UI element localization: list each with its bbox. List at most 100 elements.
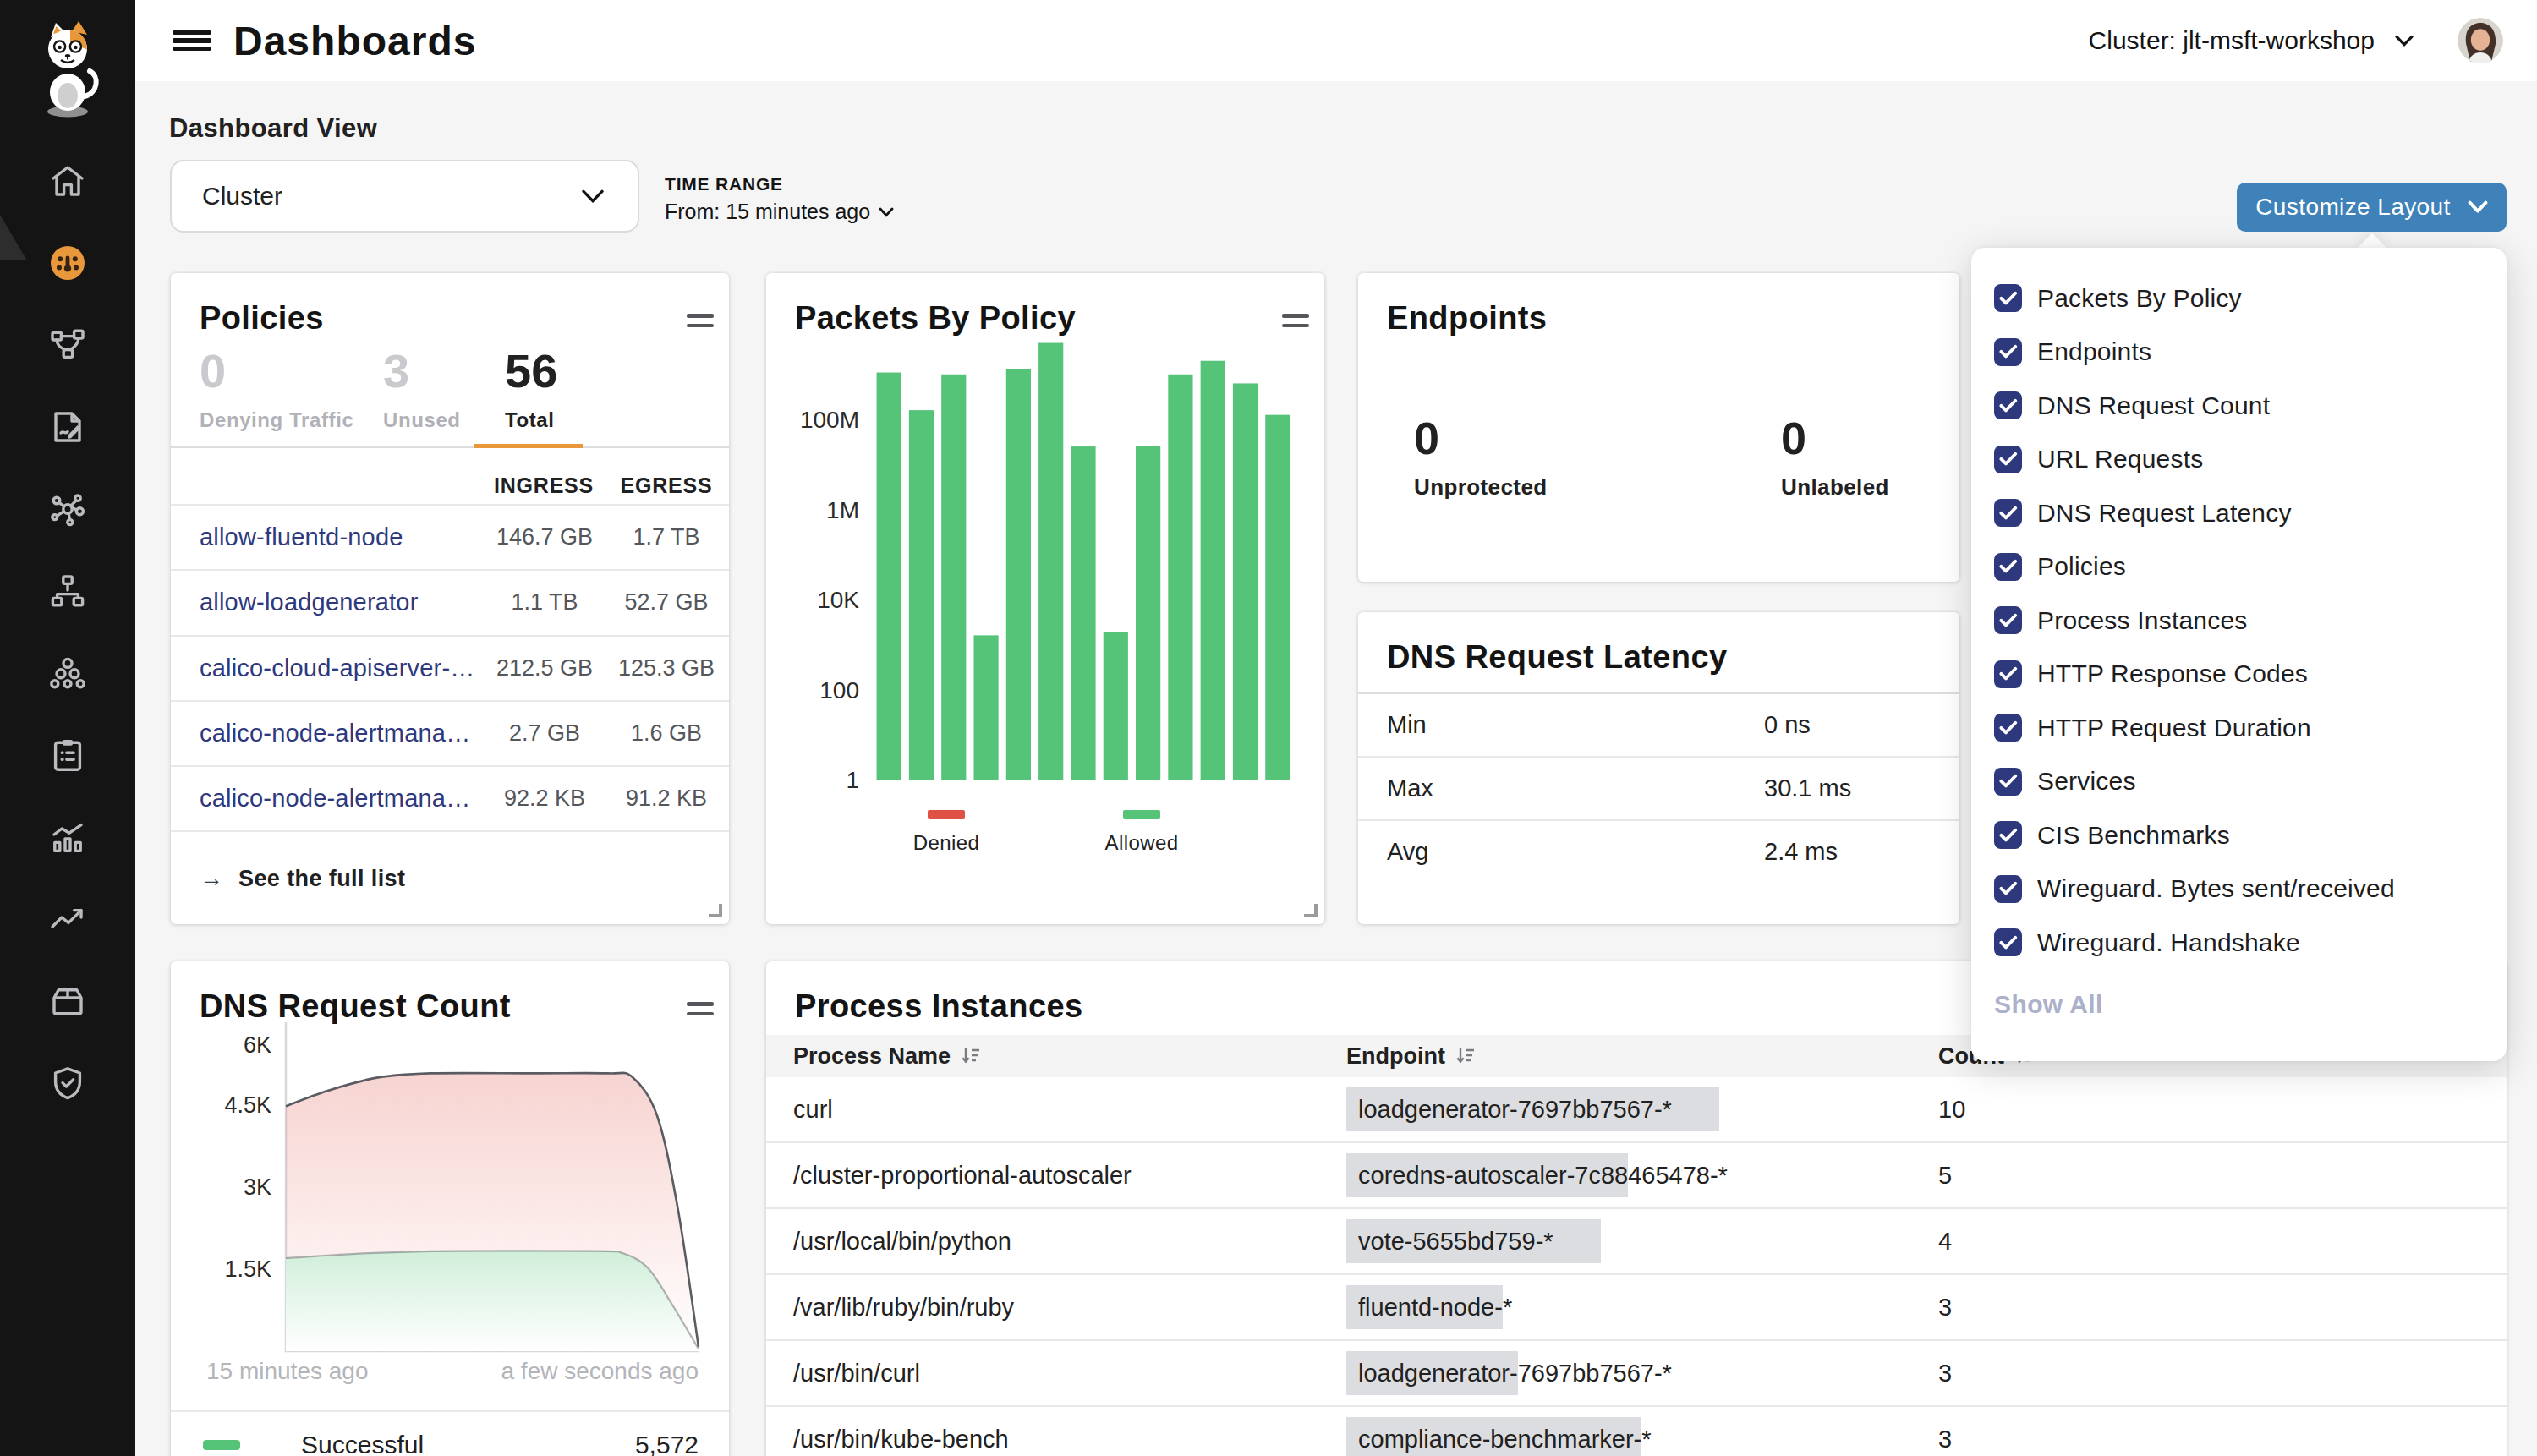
menu-item-wireguard-bytes-sent-received[interactable]: Wireguard. Bytes sent/received [1971,862,2507,917]
process-table-rows: curlloadgenerator-7697bb7567-*10/cluster… [766,1077,2507,1456]
checkbox-checked[interactable] [1994,446,2022,473]
drag-handle-icon[interactable] [687,309,714,333]
process-name: /var/lib/ruby/bin/ruby [793,1294,1346,1322]
policies-stat-denying-traffic[interactable]: 0Denying Traffic [200,348,353,432]
checkbox-checked[interactable] [1994,714,2022,742]
col-endpoint[interactable]: Endpoint [1346,1043,1938,1070]
menu-item-wireguard-handshake[interactable]: Wireguard. Handshake [1971,916,2507,970]
latency-row-max: Max30.1 ms [1358,758,1959,821]
menu-item-cis-benchmarks[interactable]: CIS Benchmarks [1971,808,2507,862]
checkbox-checked[interactable] [1994,606,2022,634]
total-tab-underline [474,444,583,448]
checkbox-checked[interactable] [1994,928,2022,956]
checkbox-checked[interactable] [1994,499,2022,527]
svg-text:1M: 1M [826,497,859,523]
policies-icon[interactable] [47,407,88,447]
resize-handle-icon[interactable] [1304,904,1318,917]
dashboards-icon[interactable] [47,243,88,283]
dns-latency-card-title: DNS Request Latency [1387,639,1727,676]
svg-text:1: 1 [846,767,859,793]
menu-item-http-response-codes[interactable]: HTTP Response Codes [1971,648,2507,702]
policy-row: allow-loadgenerator1.1 TB52.7 GB [171,569,729,634]
checkbox-checked[interactable] [1994,875,2022,903]
show-all-link[interactable]: Show All [1994,990,2103,1019]
threat-defense-icon[interactable] [47,1063,88,1103]
trends-icon[interactable] [47,899,88,939]
menu-toggle-icon[interactable] [173,26,211,55]
svg-text:100M: 100M [800,407,859,433]
dns-count-area-chart: 1.5K3K4.5K6K15 minutes agoa few seconds … [171,961,729,1411]
dns-latency-card: DNS Request Latency Min0 nsMax30.1 msAvg… [1358,612,1959,924]
service-graph-icon[interactable] [47,325,88,365]
process-name: /usr/bin/kube-bench [793,1426,1346,1453]
policy-ingress: 146.7 GB [475,524,614,550]
nodes-icon[interactable] [47,489,88,529]
svg-text:10K: 10K [817,587,859,613]
endpoints-stat-unprotected: 0 Unprotected [1414,415,1548,501]
svg-text:100: 100 [819,677,859,703]
policy-link[interactable]: allow-fluentd-node [200,523,475,551]
policies-card-title: Policies [200,300,324,337]
see-full-list-link[interactable]: → See the full list [171,830,729,925]
svg-text:15 minutes ago: 15 minutes ago [206,1358,368,1384]
checkbox-checked[interactable] [1994,768,2022,796]
menu-item-endpoints[interactable]: Endpoints [1971,326,2507,380]
process-count: 5 [1938,1162,1952,1190]
policies-stat-unused[interactable]: 3Unused [383,348,461,432]
col-process-name[interactable]: Process Name [793,1043,1346,1070]
policy-link[interactable]: calico-node-alertmana… [200,720,475,747]
checkbox-checked[interactable] [1994,553,2022,581]
resize-handle-icon[interactable] [709,904,722,917]
customize-layout-button[interactable]: Customize Layout [2237,183,2507,232]
menu-item-http-request-duration[interactable]: HTTP Request Duration [1971,701,2507,755]
legend-allowed[interactable]: Allowed [1101,810,1182,855]
col-egress: EGRESS [582,473,751,498]
svg-text:6K: 6K [244,1032,271,1058]
chevron-down-icon [2395,35,2414,47]
menu-item-packets-by-policy[interactable]: Packets By Policy [1971,271,2507,326]
legend-swatch-successful [203,1440,240,1450]
checkbox-checked[interactable] [1994,821,2022,849]
cluster-selector[interactable]: Cluster: jlt-msft-workshop [2089,26,2414,55]
policies-card: Policies 0Denying Traffic3Unused56Total … [171,273,729,924]
activity-icon[interactable] [47,817,88,857]
menu-item-dns-request-latency[interactable]: DNS Request Latency [1971,486,2507,540]
checkbox-checked[interactable] [1994,660,2022,688]
menu-item-policies[interactable]: Policies [1971,540,2507,594]
sort-icon [1455,1047,1476,1065]
menu-item-process-instances[interactable]: Process Instances [1971,594,2507,648]
policy-link[interactable]: calico-cloud-apiserver-… [200,654,475,682]
checkbox-checked[interactable] [1994,284,2022,312]
process-row: /usr/bin/kube-benchcompliance-benchmarke… [766,1407,2507,1456]
policies-table-header: INGRESS EGRESS [171,448,729,504]
policies-stat-total[interactable]: 56Total [505,348,557,432]
network-sets-icon[interactable] [47,571,88,611]
time-range-value[interactable]: From: 15 minutes ago [665,200,894,224]
policy-link[interactable]: calico-node-alertmana… [200,785,475,813]
policy-row: calico-node-alertmana…92.2 KB91.2 KB [171,765,729,830]
top-header: Dashboards Cluster: jlt-msft-workshop [135,0,2537,81]
inventory-icon[interactable] [47,981,88,1021]
checkbox-checked[interactable] [1994,338,2022,366]
policies-table-rows: allow-fluentd-node146.7 GB1.7 TBallow-lo… [171,504,729,830]
process-endpoint: compliance-benchmarker-* [1346,1426,1938,1453]
policy-egress: 1.6 GB [611,720,722,747]
calico-cat-logo[interactable] [30,20,105,118]
compliance-reports-icon[interactable] [47,735,88,775]
policy-egress: 91.2 KB [611,785,722,812]
home-icon[interactable] [47,161,88,201]
policy-link[interactable]: allow-loadgenerator [200,588,475,616]
menu-item-dns-request-count[interactable]: DNS Request Count [1971,379,2507,433]
process-count: 3 [1938,1294,1952,1322]
chevron-down-icon [582,189,604,203]
legend-denied[interactable]: Denied [908,810,984,855]
user-avatar[interactable] [2458,18,2503,63]
workloads-icon[interactable] [47,653,88,693]
checkbox-checked[interactable] [1994,391,2022,419]
dashboard-view-select[interactable]: Cluster [170,160,639,233]
menu-item-services[interactable]: Services [1971,755,2507,809]
svg-text:4.5K: 4.5K [224,1092,271,1118]
menu-item-url-requests[interactable]: URL Requests [1971,433,2507,487]
process-card-title: Process Instances [795,988,1083,1025]
endpoints-card-title: Endpoints [1387,300,1547,337]
